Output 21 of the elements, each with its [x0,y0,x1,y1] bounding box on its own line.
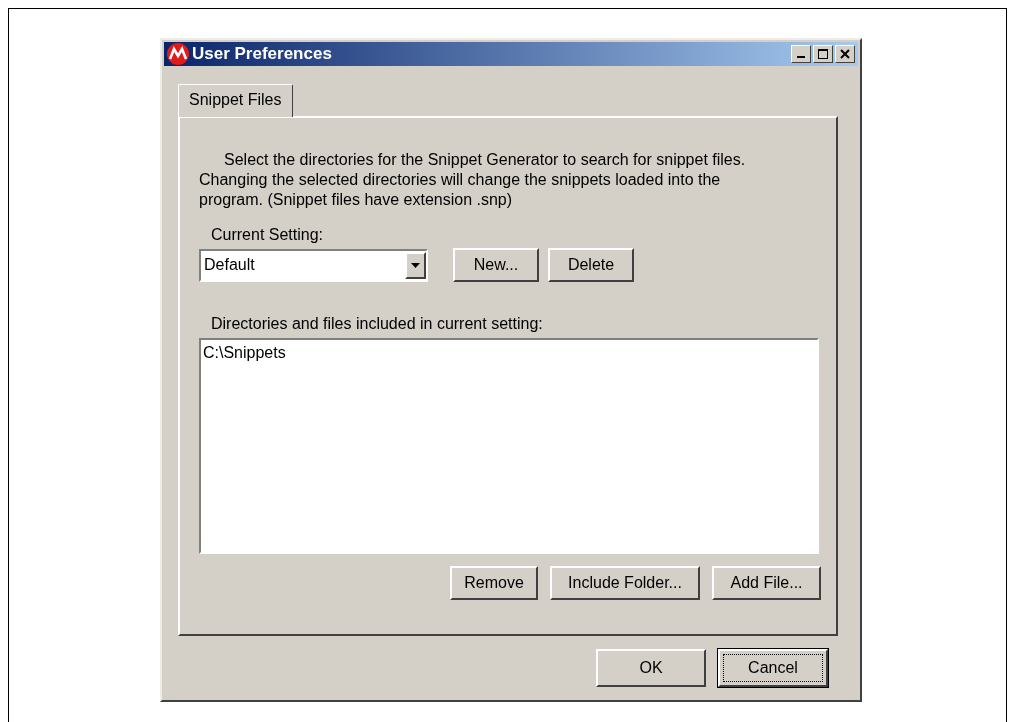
field-label: Current Setting: [211,226,324,244]
setting-dropdown[interactable]: Default [199,248,428,282]
dialog-button[interactable]: New... [453,248,539,282]
maximize-button[interactable] [813,45,833,63]
list-button[interactable]: Add File... [712,566,821,600]
list-label: Directories and files included in current setting: [211,315,543,333]
close-icon [840,49,850,59]
logo-icon [167,43,189,65]
list-button[interactable]: Include Folder... [550,566,700,600]
list-item[interactable]: C:\Snippets [203,344,286,362]
maximize-icon [818,49,828,59]
tab[interactable]: Snippet Files [178,84,293,117]
list-button[interactable]: Remove [450,566,538,600]
dialog-button[interactable]: Delete [548,248,634,282]
description-text: Select the directories for the Snippet Generator to search for snippet files. Changing the selected directories will change the snippets loaded into the program. (Snippet files have extension .snp) [199,150,747,210]
minimize-button[interactable] [791,45,811,63]
close-button[interactable] [835,45,855,63]
dropdown-arrow-icon [411,262,420,268]
dialog-button[interactable]: Cancel [718,649,828,687]
window-title: User Preferences [192,44,333,64]
dialog-button[interactable]: OK [596,649,706,687]
